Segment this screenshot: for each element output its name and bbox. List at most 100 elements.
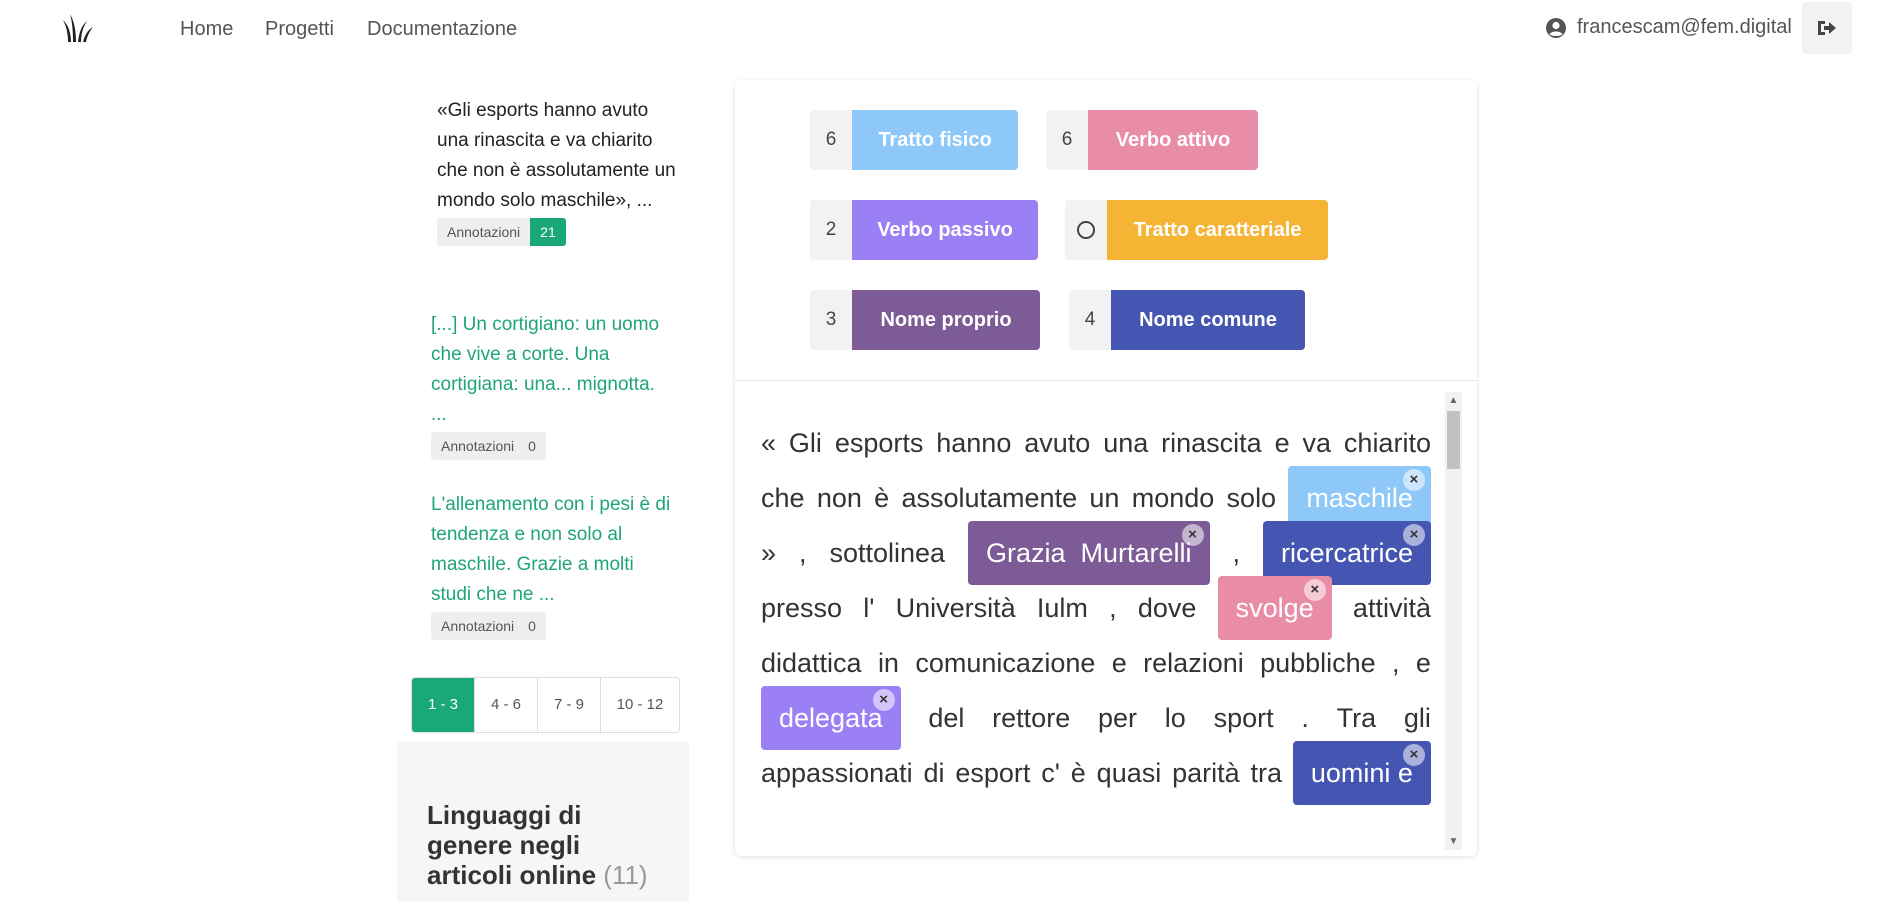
document-excerpt[interactable]: [...] Un cortigiano: un uomo che vive a …	[431, 310, 676, 430]
text-token[interactable]: solo	[1227, 483, 1277, 514]
text-token[interactable]: ,	[1392, 648, 1400, 679]
nav-progetti-link[interactable]: Progetti	[265, 18, 334, 41]
nav-home-link[interactable]: Home	[180, 18, 233, 41]
scroll-thumb[interactable]	[1447, 411, 1460, 469]
label-name: Verbo passivo	[852, 200, 1038, 260]
annotations-label: Annotazioni	[437, 218, 531, 246]
label-nome-proprio-button[interactable]: 3 Nome proprio	[810, 290, 1040, 350]
text-token[interactable]: assolutamente	[901, 483, 1077, 514]
annotation-text: delegata	[779, 703, 883, 733]
label-verbo-passivo-button[interactable]: 2 Verbo passivo	[810, 200, 1038, 260]
text-token[interactable]: che	[761, 483, 805, 514]
text-token[interactable]: «	[761, 428, 776, 459]
text-token[interactable]: ,	[799, 538, 807, 569]
text-token[interactable]: gli	[1404, 703, 1431, 734]
text-token[interactable]: hanno	[936, 428, 1011, 459]
text-token[interactable]: .	[1301, 703, 1309, 734]
text-token[interactable]: avuto	[1024, 428, 1090, 459]
page-1-3-button[interactable]: 1 - 3	[412, 678, 474, 732]
close-icon[interactable]: ×	[1403, 524, 1425, 546]
scrollbar[interactable]: ▲ ▼	[1445, 392, 1462, 850]
text-token[interactable]: Università	[896, 593, 1016, 624]
page-10-12-button[interactable]: 10 - 12	[600, 678, 679, 732]
close-icon[interactable]: ×	[1181, 524, 1204, 546]
grass-logo-icon[interactable]	[62, 12, 94, 44]
close-icon[interactable]: ×	[1303, 579, 1326, 601]
close-icon[interactable]: ×	[1402, 744, 1425, 766]
caret-up-icon[interactable]: ▲	[1445, 392, 1462, 409]
text-token[interactable]: va	[1303, 428, 1332, 459]
document-excerpt[interactable]: L'allenamento con i pesi è di tendenza e…	[431, 490, 676, 610]
logout-button[interactable]	[1802, 2, 1852, 54]
text-token[interactable]: comunicazione	[915, 648, 1095, 679]
text-token[interactable]: è	[874, 483, 889, 514]
text-token[interactable]: didattica	[761, 648, 862, 679]
label-tratto-caratteriale-button[interactable]: Tratto caratteriale	[1065, 200, 1328, 260]
text-token[interactable]: parità	[1172, 758, 1240, 789]
sign-out-icon	[1818, 21, 1836, 35]
text-token[interactable]: Gli	[789, 428, 822, 459]
user-circle-icon	[1546, 17, 1566, 38]
label-nome-comune-button[interactable]: 4 Nome comune	[1069, 290, 1305, 350]
text-token[interactable]: rinascita	[1161, 428, 1262, 459]
document-item-2[interactable]: [...] Un cortigiano: un uomo che vive a …	[431, 310, 676, 461]
nav-documentazione-link[interactable]: Documentazione	[367, 18, 517, 41]
text-token[interactable]: chiarito	[1344, 428, 1431, 459]
text-token[interactable]: »	[761, 538, 776, 569]
caret-down-icon[interactable]: ▼	[1445, 833, 1462, 850]
user-email: francescam@fem.digital	[1577, 16, 1792, 38]
text-token[interactable]: sottolinea	[829, 538, 945, 569]
annotation-text: Grazia Murtarelli	[986, 538, 1192, 568]
text-token[interactable]: relazioni	[1143, 648, 1244, 679]
project-document-count: (11)	[603, 860, 648, 890]
text-token[interactable]: Tra	[1337, 703, 1377, 734]
text-token[interactable]: mondo	[1132, 483, 1215, 514]
label-tratto-fisico-button[interactable]: 6 Tratto fisico	[810, 110, 1018, 170]
text-token[interactable]: e	[1416, 648, 1431, 679]
text-token[interactable]: tra	[1250, 758, 1282, 789]
text-token[interactable]: Iulm	[1037, 593, 1088, 624]
annotation-text: uomini e	[1310, 758, 1413, 788]
shortcut-key: 6	[810, 110, 852, 170]
pagination: 1 - 3 4 - 6 7 - 9 10 - 12	[411, 677, 680, 733]
page-4-6-button[interactable]: 4 - 6	[474, 678, 537, 732]
text-token[interactable]: pubbliche	[1260, 648, 1376, 679]
text-token[interactable]: rettore	[992, 703, 1070, 734]
text-token[interactable]: sport	[1214, 703, 1274, 734]
text-token[interactable]: dove	[1138, 593, 1197, 624]
text-token[interactable]: per	[1098, 703, 1137, 734]
label-verbo-attivo-button[interactable]: 6 Verbo attivo	[1046, 110, 1258, 170]
text-token[interactable]: in	[878, 648, 899, 679]
text-token[interactable]: ,	[1109, 593, 1117, 624]
text-token[interactable]: appassionati	[761, 758, 913, 789]
page-7-9-button[interactable]: 7 - 9	[537, 678, 600, 732]
label-name: Nome proprio	[852, 290, 1040, 350]
close-icon[interactable]: ×	[872, 689, 895, 711]
text-token[interactable]: lo	[1165, 703, 1186, 734]
text-token[interactable]: esports	[835, 428, 924, 459]
text-token[interactable]: quasi	[1097, 758, 1162, 789]
text-token[interactable]: un	[1089, 483, 1119, 514]
text-token[interactable]: del	[928, 703, 964, 734]
text-token[interactable]: attività	[1353, 593, 1431, 624]
annotation-text-area[interactable]: «Gli esports hanno avuto una rinascita e va chia…	[735, 392, 1477, 856]
document-item-1[interactable]: «Gli esports hanno avuto una rinascita e…	[437, 96, 682, 247]
text-token[interactable]: l'	[863, 593, 874, 624]
document-item-3[interactable]: L'allenamento con i pesi è di tendenza e…	[431, 490, 676, 641]
text-token[interactable]: c'	[1041, 758, 1060, 789]
text-token[interactable]: esport	[955, 758, 1030, 789]
text-line: appassionati di esport c' è quasi parità tra uom…	[761, 740, 1431, 806]
text-token[interactable]: e	[1112, 648, 1127, 679]
label-name: Verbo attivo	[1088, 110, 1258, 170]
close-icon[interactable]: ×	[1402, 469, 1425, 491]
text-token[interactable]: una	[1103, 428, 1148, 459]
annotation-tag[interactable]: uomini e ×	[1292, 741, 1431, 805]
text-token[interactable]: e	[1275, 428, 1290, 459]
text-token[interactable]: ,	[1233, 538, 1241, 569]
text-token[interactable]: presso	[761, 593, 842, 624]
annotations-badge: Annotazioni 21	[437, 218, 566, 246]
text-token[interactable]: di	[923, 758, 944, 789]
text-token[interactable]: è	[1071, 758, 1086, 789]
text-token[interactable]: non	[817, 483, 862, 514]
user-menu[interactable]: francescam@fem.digital	[1545, 16, 1792, 39]
